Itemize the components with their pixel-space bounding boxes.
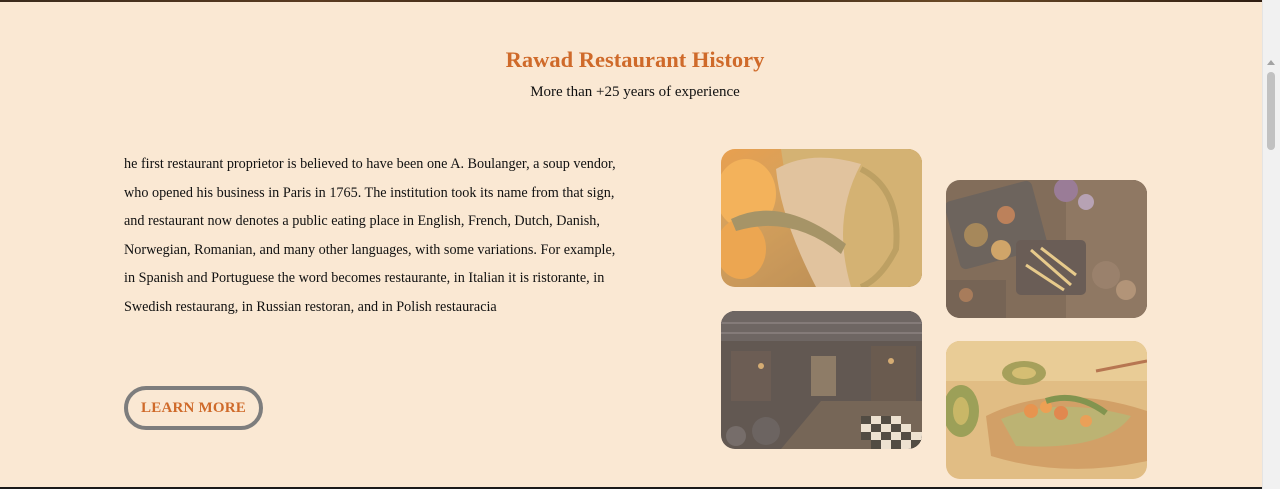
learn-more-button[interactable]: LEARN MORE (124, 386, 263, 430)
header-image-edge (0, 0, 1280, 2)
history-paragraph-2: and restaurant now denotes a public eati… (124, 213, 616, 315)
avocado-toast-photo (946, 341, 1147, 479)
restaurant-interior-photo (721, 311, 922, 449)
page-scrollbar[interactable] (1262, 0, 1280, 489)
scroll-thumb[interactable] (1267, 72, 1275, 150)
scroll-up-arrow-icon[interactable] (1267, 60, 1275, 65)
history-paragraph-1: he first restaurant proprietor is believ… (124, 156, 616, 201)
roasted-meat-photo (721, 149, 922, 287)
food-platter-photo (946, 180, 1147, 318)
section-title: Rawad Restaurant History (505, 47, 765, 72)
history-text: he first restaurant proprietor is believ… (124, 150, 624, 322)
section-subtitle: More than +25 years of experience (530, 84, 740, 100)
